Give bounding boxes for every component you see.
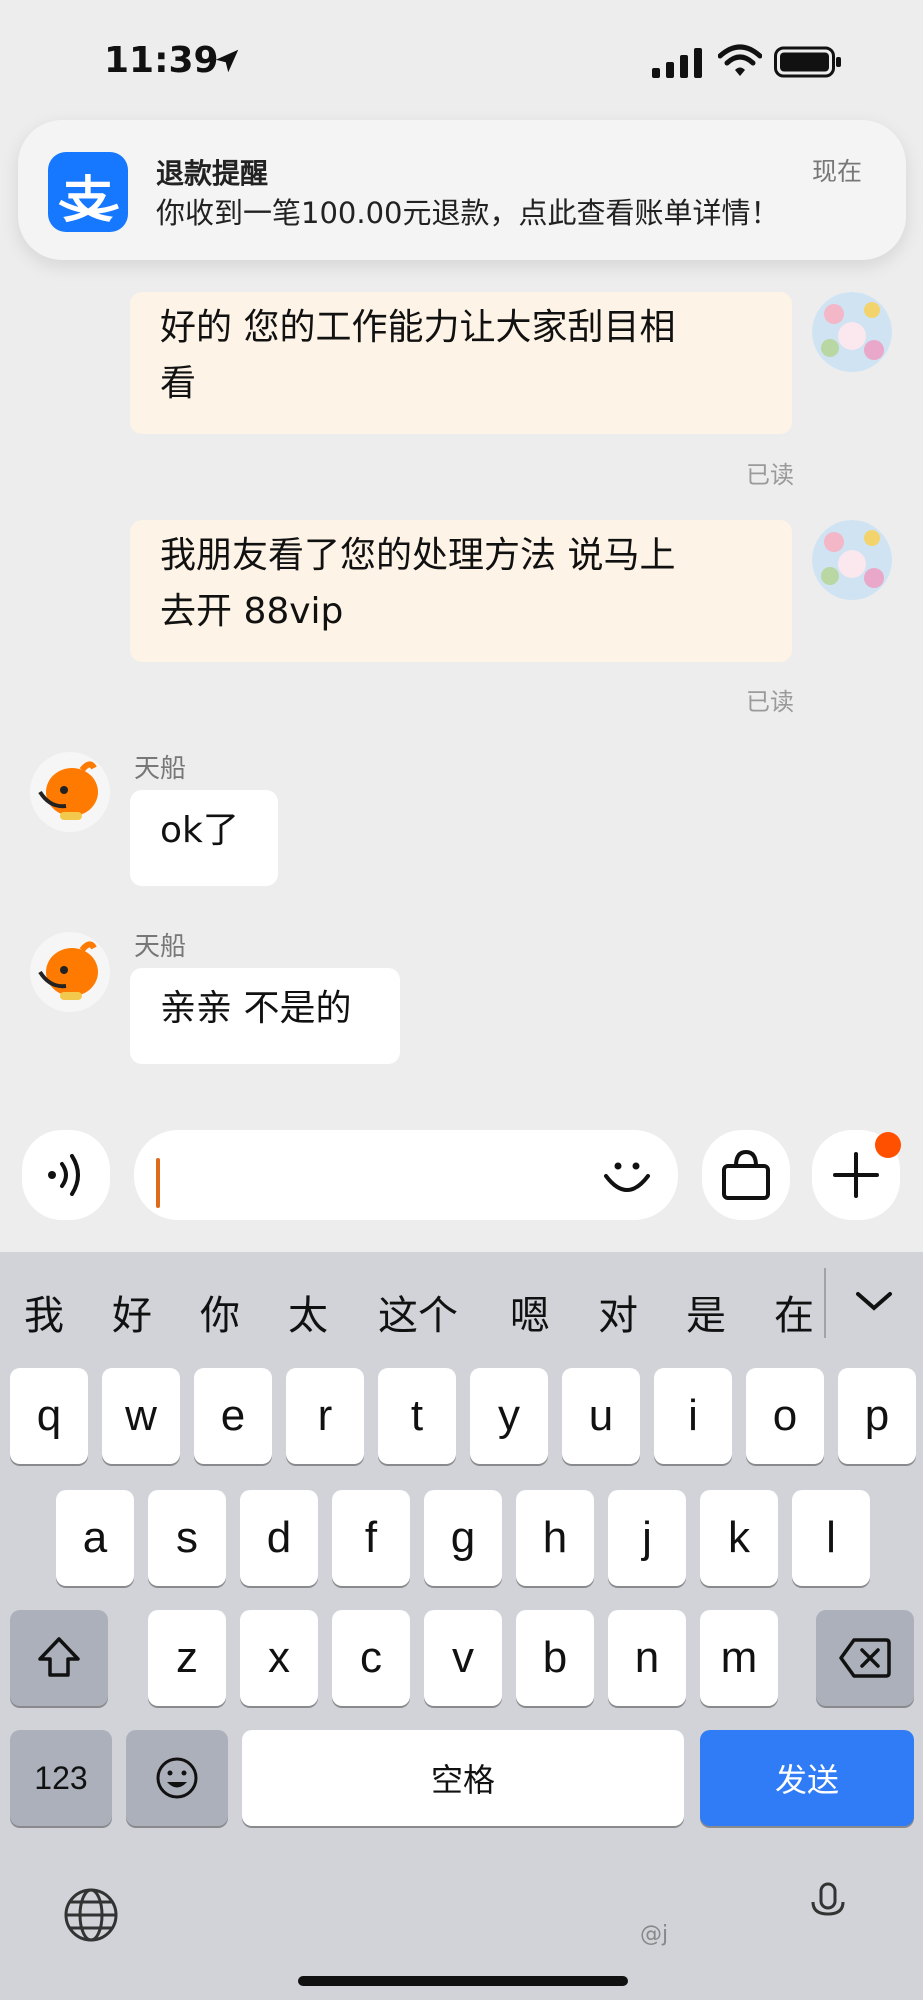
key-z[interactable]: z bbox=[148, 1610, 226, 1706]
key-r[interactable]: r bbox=[286, 1368, 364, 1464]
key-y[interactable]: y bbox=[470, 1368, 548, 1464]
alipay-app-icon: 支 bbox=[48, 152, 128, 232]
key-i[interactable]: i bbox=[654, 1368, 732, 1464]
key-e[interactable]: e bbox=[194, 1368, 272, 1464]
shift-icon bbox=[38, 1637, 80, 1677]
taobao-bot-avatar[interactable] bbox=[30, 752, 110, 832]
send-key[interactable]: 发送 bbox=[700, 1730, 914, 1826]
sender-name: 天船 bbox=[134, 932, 187, 962]
read-receipt: 已读 bbox=[746, 688, 794, 716]
key-g[interactable]: g bbox=[424, 1490, 502, 1586]
text-cursor bbox=[156, 1158, 160, 1208]
notification-body: 你收到一笔100.00元退款，点此查看账单详情！ bbox=[156, 196, 780, 230]
candidate-word[interactable]: 在 bbox=[774, 1283, 814, 1341]
watermark: @j bbox=[640, 1922, 669, 1947]
key-w[interactable]: w bbox=[102, 1368, 180, 1464]
globe-icon[interactable] bbox=[62, 1886, 120, 1944]
candidate-word[interactable]: 太 bbox=[288, 1283, 328, 1341]
candidate-divider bbox=[824, 1268, 826, 1338]
backspace-key[interactable] bbox=[816, 1610, 914, 1706]
message-line: 好的 您的工作能力让大家刮目相 bbox=[160, 307, 676, 348]
notification-dot bbox=[875, 1132, 901, 1158]
voice-button[interactable] bbox=[22, 1130, 110, 1220]
candidate-word[interactable]: 是 bbox=[686, 1283, 726, 1341]
backspace-icon bbox=[839, 1638, 891, 1678]
voice-icon bbox=[48, 1154, 80, 1196]
wifi-icon bbox=[718, 44, 762, 76]
message-line: 我朋友看了您的处理方法 说马上 bbox=[160, 535, 676, 576]
key-a[interactable]: a bbox=[56, 1490, 134, 1586]
message-text: 亲亲 不是的 bbox=[160, 988, 352, 1029]
key-d[interactable]: d bbox=[240, 1490, 318, 1586]
candidate-word[interactable]: 你 bbox=[200, 1283, 240, 1341]
their-message-bubble[interactable]: ok了 bbox=[130, 790, 278, 886]
candidate-word[interactable]: 我 bbox=[24, 1283, 64, 1341]
shop-button[interactable] bbox=[702, 1130, 790, 1220]
location-arrow-icon bbox=[215, 49, 239, 73]
key-j[interactable]: j bbox=[608, 1490, 686, 1586]
battery-icon bbox=[774, 46, 841, 78]
key-l[interactable]: l bbox=[792, 1490, 870, 1586]
mic-icon[interactable] bbox=[808, 1880, 848, 1920]
key-t[interactable]: t bbox=[378, 1368, 456, 1464]
key-h[interactable]: h bbox=[516, 1490, 594, 1586]
key-p[interactable]: p bbox=[838, 1368, 916, 1464]
signal-icon bbox=[652, 48, 702, 78]
key-x[interactable]: x bbox=[240, 1610, 318, 1706]
key-s[interactable]: s bbox=[148, 1490, 226, 1586]
key-o[interactable]: o bbox=[746, 1368, 824, 1464]
shopping-bag-icon bbox=[722, 1149, 770, 1200]
home-indicator[interactable] bbox=[298, 1976, 628, 1986]
chevron-down-icon[interactable] bbox=[852, 1286, 896, 1316]
key-u[interactable]: u bbox=[562, 1368, 640, 1464]
my-message-bubble[interactable]: 好的 您的工作能力让大家刮目相 看 bbox=[130, 292, 792, 434]
sender-name: 天船 bbox=[134, 754, 187, 784]
candidate-word[interactable]: 对 bbox=[598, 1283, 638, 1341]
emoji-icon bbox=[156, 1757, 198, 1799]
numbers-key[interactable]: 123 bbox=[10, 1730, 112, 1826]
taobao-bot-avatar[interactable] bbox=[30, 932, 110, 1012]
candidate-word[interactable]: 这个 bbox=[378, 1283, 458, 1341]
key-f[interactable]: f bbox=[332, 1490, 410, 1586]
candidate-word[interactable]: 好 bbox=[112, 1283, 152, 1341]
message-line: 看 bbox=[160, 363, 197, 404]
key-c[interactable]: c bbox=[332, 1610, 410, 1706]
notification-time: 现在 bbox=[812, 157, 863, 186]
read-receipt: 已读 bbox=[746, 461, 794, 489]
key-q[interactable]: q bbox=[10, 1368, 88, 1464]
my-avatar[interactable] bbox=[812, 520, 892, 600]
space-key[interactable]: 空格 bbox=[242, 1730, 684, 1826]
key-k[interactable]: k bbox=[700, 1490, 778, 1586]
emoji-face-icon[interactable] bbox=[600, 1148, 654, 1202]
shift-key[interactable] bbox=[10, 1610, 108, 1706]
message-line: 去开 88vip bbox=[160, 591, 344, 632]
key-b[interactable]: b bbox=[516, 1610, 594, 1706]
key-n[interactable]: n bbox=[608, 1610, 686, 1706]
candidate-word[interactable]: 嗯 bbox=[510, 1283, 550, 1341]
my-message-bubble[interactable]: 我朋友看了您的处理方法 说马上 去开 88vip bbox=[130, 520, 792, 662]
notification-title: 退款提醒 bbox=[156, 157, 269, 190]
message-input[interactable] bbox=[134, 1130, 678, 1220]
my-avatar[interactable] bbox=[812, 292, 892, 372]
key-v[interactable]: v bbox=[424, 1610, 502, 1706]
emoji-key[interactable] bbox=[126, 1730, 228, 1826]
their-message-bubble[interactable]: 亲亲 不是的 bbox=[130, 968, 400, 1064]
key-m[interactable]: m bbox=[700, 1610, 778, 1706]
message-text: ok了 bbox=[160, 810, 239, 851]
status-time: 11:39 bbox=[104, 40, 219, 81]
